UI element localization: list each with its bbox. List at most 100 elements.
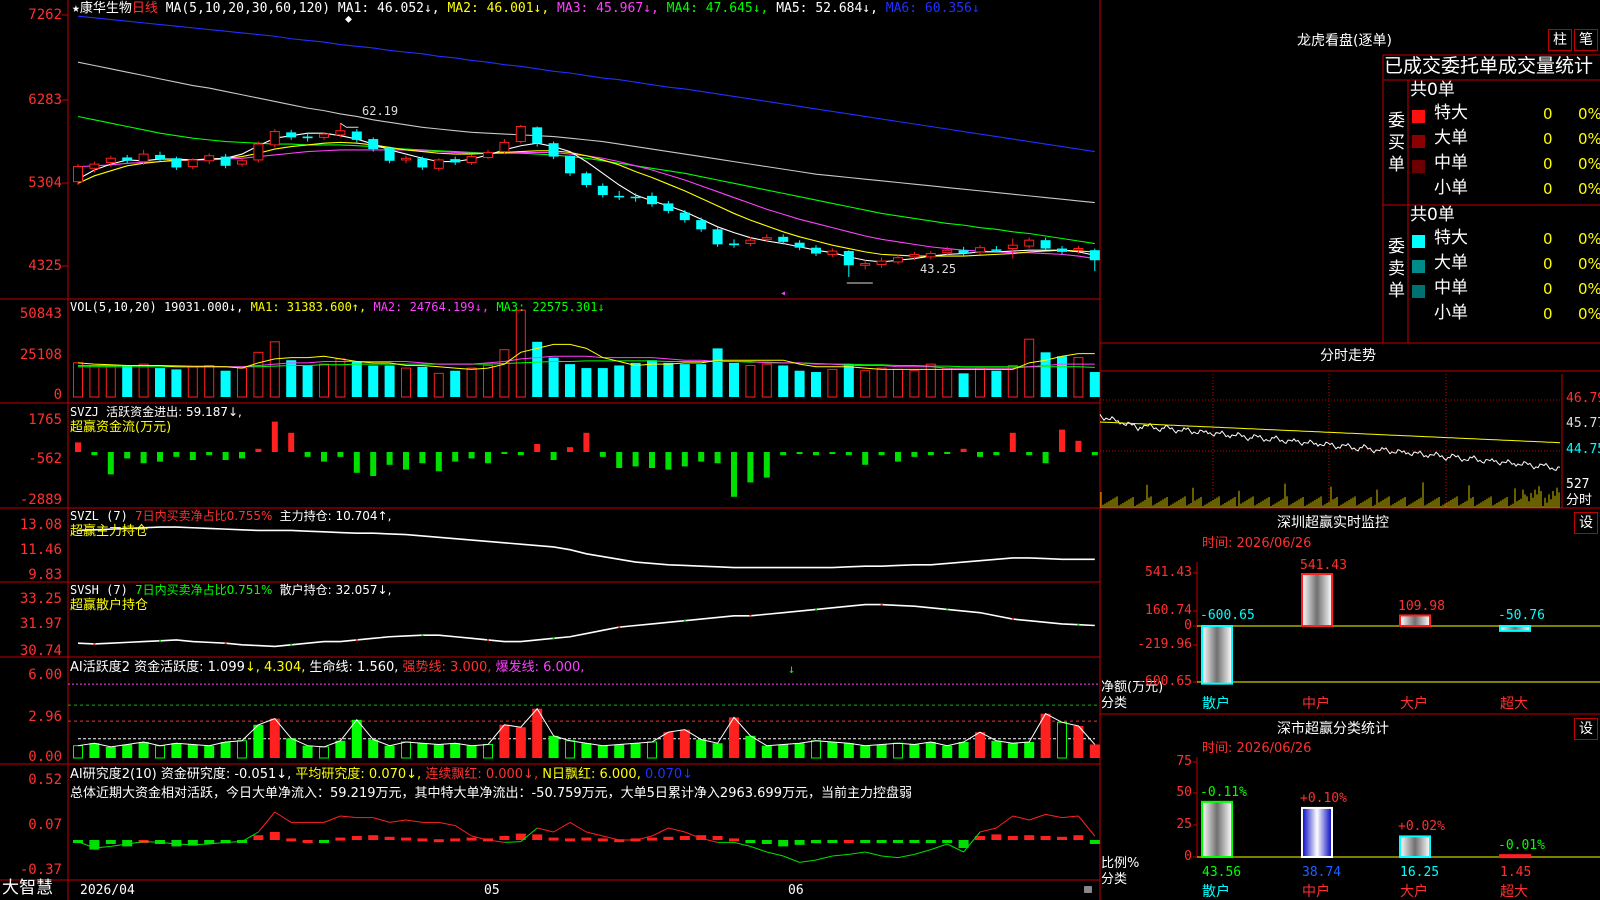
candle-body	[319, 133, 329, 138]
candle	[1057, 246, 1067, 255]
sz-stats-ytick: 50	[1176, 785, 1192, 800]
flow-bar	[91, 452, 98, 456]
volume-bar	[450, 370, 461, 397]
sz-stats-xlabel: 分类	[1101, 872, 1128, 887]
research-line	[783, 855, 800, 863]
candle-body	[712, 229, 723, 245]
bar-mode-button[interactable]: 柱	[1548, 29, 1572, 51]
candle-body	[729, 243, 739, 246]
activity-bar	[433, 744, 444, 758]
research-bar	[1024, 835, 1035, 840]
candle	[302, 134, 313, 142]
research-bar	[1007, 836, 1018, 840]
candle-body	[1007, 244, 1018, 250]
sz-stats-value: 43.56	[1202, 865, 1242, 880]
buy-row-label: 小单	[1434, 178, 1468, 198]
research-line	[766, 851, 784, 857]
research-bar	[581, 837, 592, 841]
candle	[991, 246, 1002, 252]
flow-bar	[665, 452, 672, 470]
holding-dot	[159, 639, 161, 642]
volume-bar	[220, 370, 231, 397]
activity-bar	[696, 739, 707, 758]
candle-body	[220, 156, 231, 166]
research-bar	[253, 835, 264, 840]
candle	[515, 124, 526, 144]
volume-bar	[269, 341, 280, 398]
flow-bar	[173, 452, 180, 457]
research-bar	[269, 832, 280, 840]
research-line	[750, 845, 767, 853]
research-bar	[647, 837, 657, 841]
candle-body	[548, 143, 559, 157]
flow-bar	[780, 452, 787, 456]
candle-body	[565, 155, 575, 174]
activity-bar	[778, 744, 789, 758]
activity-bar	[597, 745, 608, 758]
sz-monitor-settings-button[interactable]: 设	[1574, 512, 1598, 534]
flow-bar	[517, 452, 524, 456]
activity-bar	[925, 742, 936, 758]
activity-bar	[220, 742, 231, 758]
sell-swatch	[1412, 260, 1425, 273]
period-label[interactable]: 日线	[132, 1, 158, 16]
sell-row-pct: 0%	[1578, 280, 1600, 298]
candle	[89, 161, 100, 173]
research-bar	[548, 837, 559, 841]
candle-body	[827, 250, 838, 255]
candle	[548, 141, 559, 160]
research-line	[586, 831, 603, 837]
svzl-name: SVZL (7)	[70, 509, 128, 523]
ma2-label: MA2: 46.001↓,	[447, 1, 550, 16]
flow-bar	[567, 447, 573, 452]
lock-icon[interactable]	[1084, 886, 1092, 893]
volume-bar	[237, 367, 247, 398]
candle-body	[1073, 248, 1084, 251]
stock-name[interactable]: 康华生物	[80, 1, 132, 16]
tick-mode-button[interactable]: 笔	[1574, 29, 1598, 51]
flow-bar	[140, 452, 147, 464]
candle-body	[335, 130, 346, 136]
ma4-label: MA4: 47.645↓,	[666, 1, 769, 16]
svzl-ytick: 13.08	[19, 517, 62, 533]
chart-canvas[interactable]: ⬥◂ ↓	[0, 0, 1600, 900]
research-bar	[105, 840, 116, 844]
activity-bar	[302, 745, 313, 758]
research-bar	[1040, 836, 1051, 840]
candle	[614, 190, 625, 201]
activity-bar	[811, 740, 821, 759]
flow-bar	[829, 452, 836, 454]
svzj-ytick: -562	[28, 451, 62, 467]
volume-bar	[187, 366, 198, 398]
candle	[237, 158, 247, 167]
date-axis-jun: 06	[788, 883, 804, 898]
activity-bar	[319, 746, 329, 759]
candle	[187, 158, 198, 170]
research-line	[881, 855, 899, 859]
candle-body	[237, 160, 247, 165]
ai3-consecutive: 连续飘红: 0.000↓,	[425, 767, 539, 782]
research-bar	[761, 840, 772, 844]
volume-bar	[417, 366, 428, 397]
candle	[581, 171, 592, 188]
buy-side-label: 委买单	[1388, 111, 1405, 175]
svsh-ratio: 7日内买卖净占比0.751%	[135, 583, 273, 597]
activity-bar	[1024, 742, 1035, 758]
buy-row-pct: 0%	[1578, 105, 1600, 123]
max-price-label: 62.19	[362, 104, 399, 118]
sz-stats-ylabel: 比例%	[1101, 856, 1140, 871]
candle	[483, 149, 493, 160]
candle-body	[925, 253, 936, 258]
candle	[466, 154, 477, 165]
ai3-ytick: 0.52	[28, 772, 62, 788]
research-line	[1045, 813, 1063, 819]
research-bar	[827, 840, 838, 843]
sz-stats-settings-button[interactable]: 设	[1574, 718, 1598, 740]
activity-bar	[368, 739, 379, 758]
candle	[450, 156, 461, 165]
candle	[384, 146, 395, 164]
candle-body	[991, 249, 1002, 251]
flow-bar	[353, 452, 360, 473]
research-line	[1061, 815, 1079, 819]
sz-stats-ytick: 0	[1184, 849, 1192, 864]
